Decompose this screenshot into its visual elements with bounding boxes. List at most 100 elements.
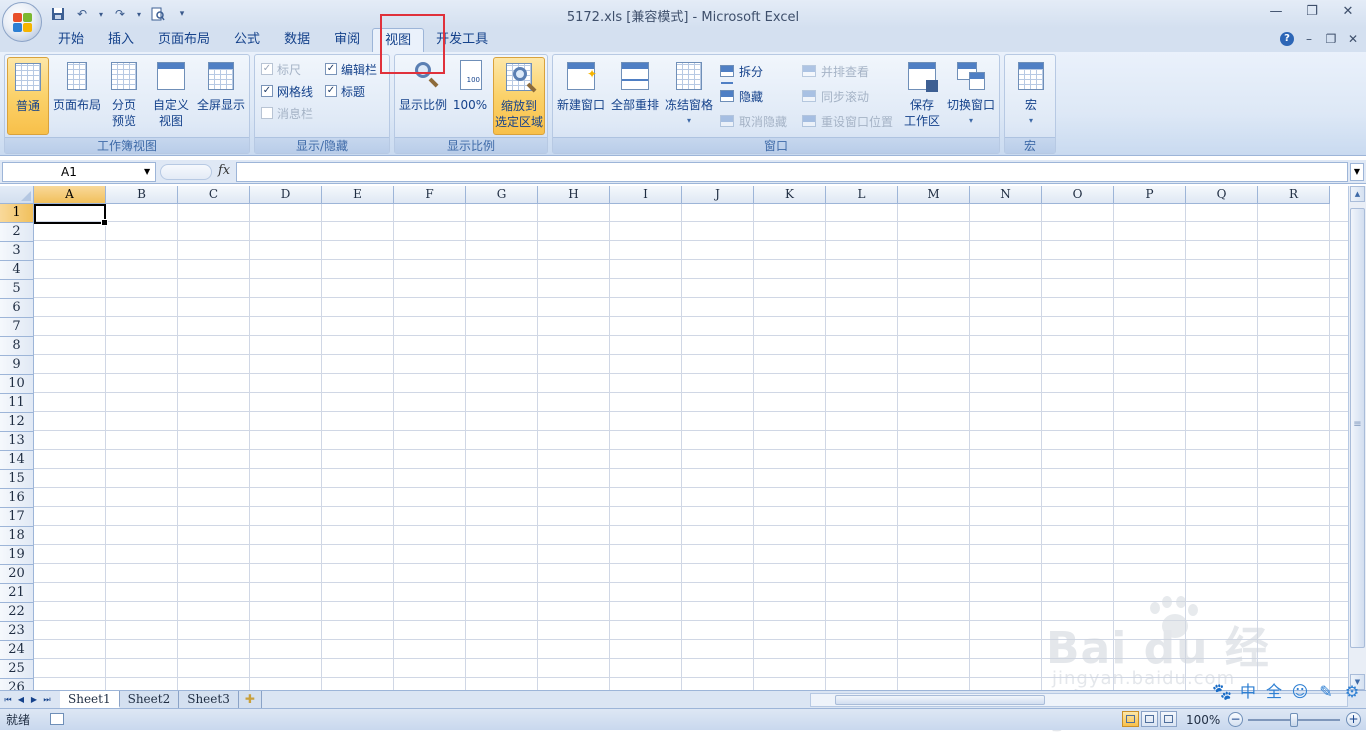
tab-view[interactable]: 视图 xyxy=(372,28,425,52)
tab-review[interactable]: 审阅 xyxy=(322,28,372,52)
row-header[interactable]: 6 xyxy=(0,299,34,318)
select-all-button[interactable] xyxy=(0,186,34,204)
reset-window-position-button[interactable]: 重设窗口位置 xyxy=(801,111,893,131)
vertical-scroll-thumb[interactable] xyxy=(1350,208,1365,648)
horizontal-scroll-thumb[interactable] xyxy=(835,695,1045,705)
row-header[interactable]: 24 xyxy=(0,641,34,660)
row-header[interactable]: 16 xyxy=(0,489,34,508)
sheet-tab-sheet2[interactable]: Sheet2 xyxy=(119,691,180,708)
zoom-level[interactable]: 100% xyxy=(1186,711,1220,729)
row-header[interactable]: 5 xyxy=(0,280,34,299)
row-header[interactable]: 21 xyxy=(0,584,34,603)
row-header[interactable]: 10 xyxy=(0,375,34,394)
full-screen-button[interactable]: 全屏显示 xyxy=(195,57,247,135)
doc-restore-icon[interactable]: ❐ xyxy=(1324,32,1338,46)
column-header[interactable]: I xyxy=(610,186,682,204)
ime-settings-icon[interactable]: ⚙ xyxy=(1342,682,1362,702)
tab-formulas[interactable]: 公式 xyxy=(222,28,272,52)
arrange-all-button[interactable]: 全部重排 xyxy=(609,57,661,135)
column-header[interactable]: O xyxy=(1042,186,1114,204)
page-layout-view-button[interactable]: 页面布局 xyxy=(51,57,103,135)
scroll-up-icon[interactable]: ▲ xyxy=(1350,186,1365,202)
row-header[interactable]: 22 xyxy=(0,603,34,622)
row-header[interactable]: 1 xyxy=(0,204,34,223)
gridlines-checkbox[interactable]: ✓ 网格线 xyxy=(261,81,313,101)
first-sheet-icon[interactable]: ⏮ xyxy=(2,693,14,707)
column-header[interactable]: L xyxy=(826,186,898,204)
minimize-button[interactable]: — xyxy=(1258,0,1294,22)
unhide-button[interactable]: 取消隐藏 xyxy=(719,111,787,131)
ruler-checkbox[interactable]: ✓ 标尺 xyxy=(261,59,301,79)
row-header[interactable]: 2 xyxy=(0,223,34,242)
formula-input[interactable] xyxy=(236,162,1348,182)
macros-button[interactable]: 宏 ▾ xyxy=(1009,57,1053,135)
ime-fullwidth-icon[interactable]: 全 xyxy=(1264,682,1284,702)
row-header[interactable]: 11 xyxy=(0,394,34,413)
row-header[interactable]: 7 xyxy=(0,318,34,337)
split-button[interactable]: 拆分 xyxy=(719,61,763,84)
column-header[interactable]: M xyxy=(898,186,970,204)
row-header[interactable]: 14 xyxy=(0,451,34,470)
zoom-in-icon[interactable]: + xyxy=(1346,712,1361,727)
row-header[interactable]: 20 xyxy=(0,565,34,584)
vertical-scrollbar[interactable]: ▲ ▼ xyxy=(1348,186,1366,690)
ime-emoji-icon[interactable]: ☺ xyxy=(1290,682,1310,702)
sheet-tab-sheet1[interactable]: Sheet1 xyxy=(60,691,120,708)
sync-scroll-button[interactable]: 同步滚动 xyxy=(801,86,869,106)
zoom-button[interactable]: 显示比例 xyxy=(397,57,449,135)
zoom-out-icon[interactable]: − xyxy=(1228,712,1243,727)
column-header[interactable]: K xyxy=(754,186,826,204)
doc-minimize-icon[interactable]: – xyxy=(1302,32,1316,46)
column-header[interactable]: Q xyxy=(1186,186,1258,204)
tab-page-layout[interactable]: 页面布局 xyxy=(146,28,222,52)
macro-record-icon[interactable] xyxy=(50,713,64,725)
save-workspace-button[interactable]: 保存 工作区 xyxy=(901,57,943,135)
zoom-slider-thumb[interactable] xyxy=(1290,713,1298,727)
column-header[interactable]: B xyxy=(106,186,178,204)
page-layout-shortcut-icon[interactable] xyxy=(1141,711,1158,727)
insert-sheet-icon[interactable]: ✚ xyxy=(238,691,262,708)
column-header[interactable]: H xyxy=(538,186,610,204)
new-window-button[interactable]: ✦ 新建窗口 xyxy=(555,57,607,135)
column-header[interactable]: C xyxy=(178,186,250,204)
sheet-tab-sheet3[interactable]: Sheet3 xyxy=(179,691,239,708)
normal-view-shortcut-icon[interactable] xyxy=(1122,711,1139,727)
row-header[interactable]: 25 xyxy=(0,660,34,679)
tab-developer[interactable]: 开发工具 xyxy=(424,28,500,52)
last-sheet-icon[interactable]: ⏭ xyxy=(41,693,53,707)
column-header[interactable]: J xyxy=(682,186,754,204)
normal-view-button[interactable]: 普通 xyxy=(7,57,49,135)
column-header[interactable]: G xyxy=(466,186,538,204)
tab-insert[interactable]: 插入 xyxy=(96,28,146,52)
next-sheet-icon[interactable]: ▶ xyxy=(28,693,40,707)
headings-checkbox[interactable]: ✓ 标题 xyxy=(325,81,365,101)
page-break-preview-button[interactable]: 分页 预览 xyxy=(105,57,143,135)
insert-function-icon[interactable]: fx xyxy=(218,163,230,178)
office-button[interactable] xyxy=(2,2,42,42)
column-header[interactable]: A xyxy=(34,186,106,204)
row-header[interactable]: 19 xyxy=(0,546,34,565)
row-header[interactable]: 18 xyxy=(0,527,34,546)
zoom-100-button[interactable]: 100% xyxy=(451,57,489,135)
hide-button[interactable]: 隐藏 xyxy=(719,86,763,106)
ime-pen-icon[interactable]: ✎ xyxy=(1316,682,1336,702)
page-break-shortcut-icon[interactable] xyxy=(1160,711,1177,727)
help-icon[interactable]: ? xyxy=(1280,32,1294,46)
switch-windows-button[interactable]: 切换窗口 ▾ xyxy=(945,57,997,135)
row-header[interactable]: 3 xyxy=(0,242,34,261)
active-cell[interactable] xyxy=(34,204,108,226)
tab-data[interactable]: 数据 xyxy=(272,28,322,52)
cells-area[interactable] xyxy=(34,204,1348,690)
message-bar-checkbox[interactable]: 消息栏 xyxy=(261,103,313,123)
column-header[interactable]: E xyxy=(322,186,394,204)
row-header[interactable]: 23 xyxy=(0,622,34,641)
zoom-to-selection-button[interactable]: 缩放到 选定区域 xyxy=(493,57,545,135)
row-header[interactable]: 13 xyxy=(0,432,34,451)
row-header[interactable]: 8 xyxy=(0,337,34,356)
row-header[interactable]: 4 xyxy=(0,261,34,280)
close-button[interactable]: ✕ xyxy=(1330,0,1366,22)
restore-button[interactable]: ❐ xyxy=(1294,0,1330,22)
formula-bar-checkbox[interactable]: ✓ 编辑栏 xyxy=(325,59,377,79)
custom-views-button[interactable]: 自定义 视图 xyxy=(151,57,191,135)
row-header[interactable]: 17 xyxy=(0,508,34,527)
